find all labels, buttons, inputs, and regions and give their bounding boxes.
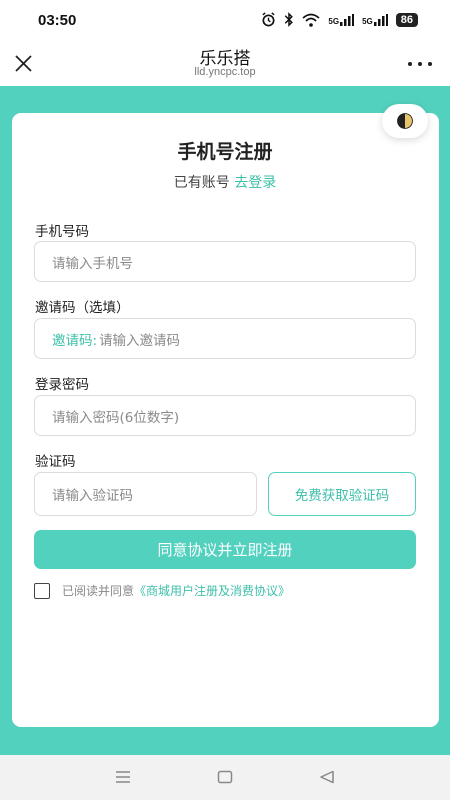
agreement-checkbox[interactable] <box>34 582 50 599</box>
agreement-text: 已阅读并同意 <box>62 584 135 598</box>
browser-title-bar: 乐乐搭 lld.yncpc.top <box>0 44 450 86</box>
password-placeholder: 请输入密码(6位数字) <box>52 409 180 426</box>
login-link[interactable]: 去登录 <box>234 175 276 191</box>
invite-placeholder: 请输入邀请码 <box>99 332 181 349</box>
nav-menu-button[interactable] <box>112 767 134 787</box>
code-label: 验证码 <box>35 454 76 470</box>
status-bar: 03:50 5G 5G 86 <box>0 0 450 44</box>
login-prompt: 已有账号 去登录 <box>0 172 450 192</box>
more-icon-dot <box>408 62 412 66</box>
register-button[interactable]: 同意协议并立即注册 <box>34 530 416 569</box>
system-nav-bar <box>0 755 450 800</box>
status-time: 03:50 <box>38 12 77 29</box>
theme-toggle-button[interactable] <box>382 104 428 138</box>
bluetooth-icon <box>284 12 294 27</box>
signal-icon-1: 5G <box>328 13 355 26</box>
close-button[interactable] <box>12 52 34 74</box>
get-code-button[interactable]: 免费获取验证码 <box>268 472 416 516</box>
back-icon <box>320 770 334 784</box>
home-icon <box>217 770 233 784</box>
menu-icon <box>116 771 130 783</box>
code-placeholder: 请输入验证码 <box>52 488 133 504</box>
form-title: 手机号注册 <box>177 141 273 163</box>
invite-input[interactable]: 邀请码: 请输入邀请码 <box>34 318 416 359</box>
wifi-icon <box>302 13 320 27</box>
nav-home-button[interactable] <box>214 767 236 787</box>
has-account-text: 已有账号 <box>173 175 230 191</box>
phone-input[interactable]: 请输入手机号 <box>34 241 416 282</box>
battery-indicator: 86 <box>395 12 418 27</box>
more-icon-dot <box>428 62 432 66</box>
agreement-row: 已阅读并同意 《商城用户注册及消费协议》 <box>34 582 290 599</box>
status-icons: 5G 5G 86 <box>261 12 418 27</box>
close-icon <box>14 54 32 72</box>
nav-back-button[interactable] <box>316 767 338 787</box>
more-icon-dot <box>418 62 422 66</box>
code-input[interactable]: 请输入验证码 <box>34 472 257 516</box>
more-button[interactable] <box>408 56 432 72</box>
phone-placeholder: 请输入手机号 <box>52 255 133 272</box>
phone-label: 手机号码 <box>35 224 89 240</box>
signal-icon-2: 5G <box>362 13 388 26</box>
page-url: lld.yncpc.top <box>194 66 256 78</box>
theme-toggle-icon <box>397 113 413 129</box>
alarm-icon <box>261 12 276 27</box>
password-label: 登录密码 <box>35 377 89 393</box>
password-input[interactable]: 请输入密码(6位数字) <box>34 395 416 436</box>
agreement-link[interactable]: 《商城用户注册及消费协议》 <box>134 582 290 599</box>
invite-label: 邀请码（选填） <box>35 300 130 316</box>
invite-prefix: 邀请码: <box>52 332 98 349</box>
